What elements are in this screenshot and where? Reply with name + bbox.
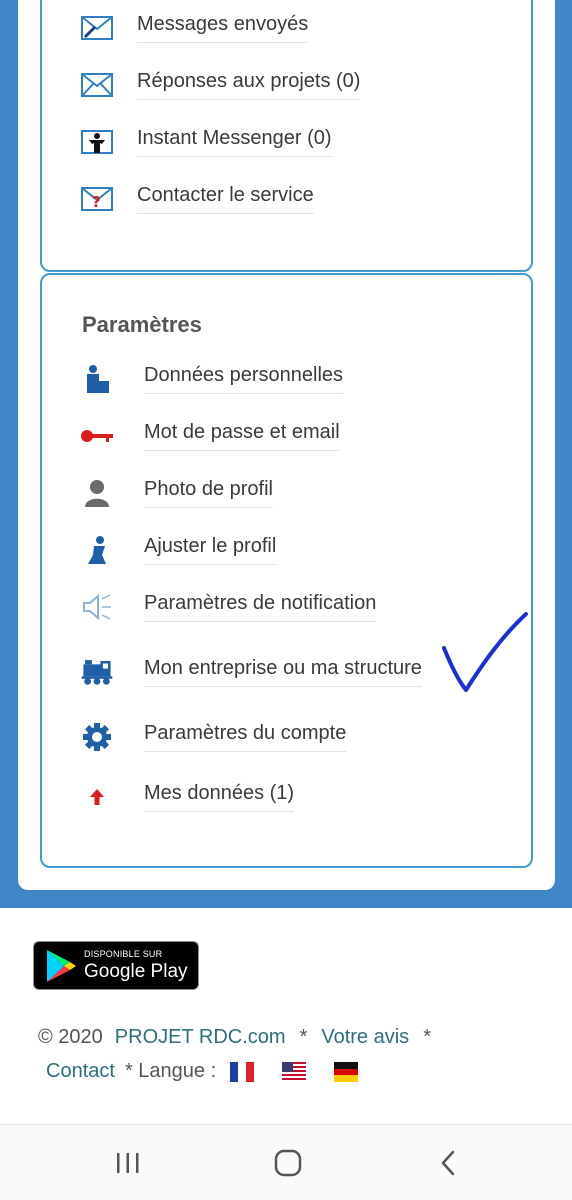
envelope-pen-icon [80,13,114,43]
menu-item-label: Contacter le service [137,184,314,214]
flag-france-icon[interactable] [230,1061,255,1082]
svg-text:?: ? [92,193,101,211]
settings-item-label: Photo de profil [144,478,273,508]
menu-item-label: Instant Messenger (0) [137,127,332,157]
back-icon[interactable] [428,1145,468,1181]
settings-title: Paramètres [82,312,202,337]
google-play-icon [47,949,76,982]
settings-item-label: Ajuster le profil [144,535,277,565]
settings-item-profile-photo[interactable]: Photo de profil [80,473,273,513]
contact-service-icon: ? [80,184,114,214]
red-arrow-up-icon [80,782,114,812]
settings-item-label: Mon entreprise ou ma structure [144,657,422,687]
footer-line-1: © 2020 PROJET RDC.com * Votre avis * [38,1026,431,1049]
flag-germany-icon[interactable] [334,1061,359,1082]
train-icon [80,657,114,687]
google-play-small-text: DISPONIBLE SUR [84,949,163,959]
messenger-person-icon [80,127,114,157]
settings-item-adjust-profile[interactable]: Ajuster le profil [80,530,277,570]
home-icon[interactable] [268,1145,308,1181]
key-icon [80,421,114,451]
settings-item-label: Données personnelles [144,364,344,394]
separator: * [423,1026,431,1048]
person-silhouette-icon [80,478,114,508]
google-play-badge[interactable]: DISPONIBLE SUR Google Play [33,941,199,990]
settings-item-my-company[interactable]: Mon entreprise ou ma structure [80,652,422,692]
menu-item-project-replies[interactable]: Réponses aux projets (0) [80,65,361,105]
google-play-big-text: Google Play [84,961,188,982]
speaker-icon [80,592,114,622]
menu-item-sent-messages[interactable]: Messages envoyés [80,8,309,48]
profile-adjust-icon [80,535,114,565]
settings-item-label: Mes données (1) [144,782,295,812]
settings-item-personal-data[interactable]: Données personnelles [80,359,344,399]
envelope-icon [80,70,114,100]
settings-item-my-data[interactable]: Mes données (1) [80,777,295,817]
gear-icon [80,722,114,752]
settings-item-label: Paramètres du compte [144,722,347,752]
settings-item-notifications[interactable]: Paramètres de notification [80,587,377,627]
checkmark-annotation-icon [442,612,528,692]
settings-item-password-email[interactable]: Mot de passe et email [80,416,340,456]
footer-line-2: Contact * Langue : [46,1060,372,1083]
menu-item-instant-messenger[interactable]: Instant Messenger (0) [80,122,332,162]
settings-item-account[interactable]: Paramètres du compte [80,717,347,757]
contact-link[interactable]: Contact [46,1060,115,1083]
feedback-link[interactable]: Votre avis [321,1026,409,1049]
system-navigation-bar [0,1124,572,1200]
site-link[interactable]: PROJET RDC.com [115,1026,286,1049]
menu-item-label: Réponses aux projets (0) [137,70,361,100]
separator: * [299,1026,308,1048]
recent-apps-icon[interactable] [108,1145,148,1181]
flag-usa-icon[interactable] [282,1061,307,1082]
language-label: * Langue : [124,1060,217,1082]
menu-item-label: Messages envoyés [137,13,309,43]
copyright-text: © 2020 [38,1026,103,1048]
settings-item-label: Paramètres de notification [144,592,377,622]
menu-item-contact-service[interactable]: ? Contacter le service [80,179,314,219]
person-data-icon [80,364,114,394]
settings-item-label: Mot de passe et email [144,421,340,451]
